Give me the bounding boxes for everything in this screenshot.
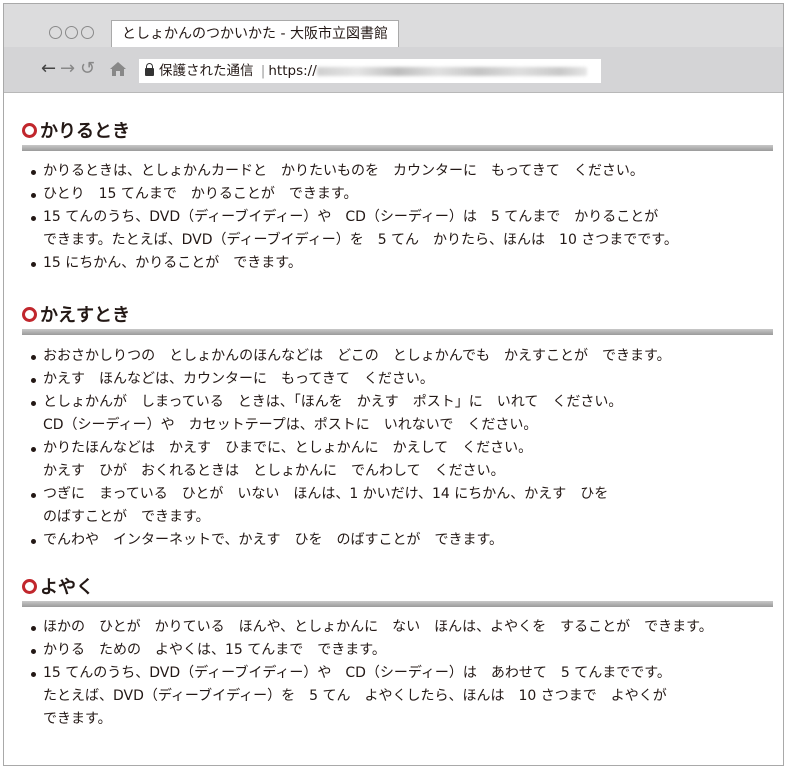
address-separator: | [260, 63, 266, 79]
forward-arrow-icon[interactable]: → [60, 59, 75, 79]
list-item: かりたほんなどは かえす ひまでに、としょかんに かえして ください。 かえす ひ… [29, 437, 671, 483]
list-item: でんわや インターネットで、かえす ひを のばすことが できます。 [29, 529, 671, 552]
circle-bullet-icon [22, 579, 37, 594]
section-title: かりるとき [40, 121, 130, 142]
item-line: 15 てんのうち、DVD（ディーブイディー）や CD（シーディー）は 5 てんま… [43, 209, 659, 225]
list-item: 15 てんのうち、DVD（ディーブイディー）や CD（シーディー）は 5 てんま… [29, 206, 678, 252]
list-item: つぎに まっている ひとが いない ほんは、1 かいだけ、14 にちかん、かえす… [29, 483, 671, 529]
item-line: できます。 [43, 711, 112, 727]
heading-rule [22, 601, 773, 607]
circle-bullet-icon [22, 123, 37, 138]
list-item: 15 てんのうち、DVD（ディーブイディー）や CD（シーディー）は あわせて … [29, 662, 713, 731]
back-arrow-icon[interactable]: ← [41, 59, 56, 79]
list-item: かりる ための よやくは、15 てんまで できます。 [29, 639, 713, 662]
list-item: としょかんが しまっている ときは、「ほんを かえす ポスト」に いれて くださ… [29, 391, 671, 437]
browser-tab[interactable]: としょかんのつかいかた - 大阪市立図書館 [111, 20, 399, 48]
circle-bullet-icon [22, 307, 37, 322]
heading-rule [22, 329, 773, 335]
item-line: ほかの ひとが かりている ほんや、としょかんに ない ほんは、よやくを するこ… [43, 619, 713, 635]
url-blurred [316, 66, 587, 76]
title-bar: としょかんのつかいかた - 大阪市立図書館 [4, 4, 783, 48]
list-item: ひとり 15 てんまで かりることが できます。 [29, 183, 678, 206]
list-item: かりるときは、としょかんカードと かりたいものを カウンターに もってきて くだ… [29, 160, 678, 183]
heading-rule [22, 145, 773, 151]
section-heading-returning: かえすとき [22, 305, 773, 335]
item-line: 15 てんのうち、DVD（ディーブイディー）や CD（シーディー）は あわせて … [43, 665, 671, 681]
item-line: としょかんが しまっている ときは、「ほんを かえす ポスト」に いれて くださ… [43, 394, 623, 410]
browser-window: としょかんのつかいかた - 大阪市立図書館 ← → ↺ 保護された通信 | htt… [3, 3, 784, 766]
security-label: 保護された通信 [159, 63, 254, 79]
item-line: 15 にちかん、かりることが できます。 [43, 255, 302, 271]
section-title: よやく [40, 577, 94, 598]
close-window-icon[interactable] [49, 26, 62, 39]
item-line: たとえば、DVD（ディーブイディー）を 5 てん よやくしたら、ほんは 10 さ… [43, 688, 667, 704]
item-line: のばすことが できます。 [43, 509, 210, 525]
reload-icon[interactable]: ↺ [80, 59, 95, 79]
item-line: できます。たとえば、DVD（ディーブイディー）を 5 てん かりたら、ほんは 1… [43, 232, 678, 248]
list-item: 15 にちかん、かりることが できます。 [29, 252, 678, 275]
minimize-window-icon[interactable] [65, 26, 78, 39]
reserving-list: ほかの ひとが かりている ほんや、としょかんに ない ほんは、よやくを するこ… [29, 616, 713, 731]
window-controls [49, 26, 94, 39]
item-line: かえす ひが おくれるときは としょかんに でんわして ください。 [43, 463, 505, 479]
list-item: かえす ほんなどは、カウンターに もってきて ください。 [29, 368, 671, 391]
item-line: かりたほんなどは かえす ひまでに、としょかんに かえして ください。 [43, 440, 533, 456]
maximize-window-icon[interactable] [81, 26, 94, 39]
list-item: おおさかしりつの としょかんのほんなどは どこの としょかんでも かえすことが … [29, 345, 671, 368]
section-heading-reserving: よやく [22, 577, 773, 607]
item-line: ひとり 15 てんまで かりることが できます。 [43, 186, 358, 202]
browser-toolbar: ← → ↺ 保護された通信 | https:// [4, 47, 783, 93]
url-scheme: https:// [268, 63, 317, 79]
item-line: おおさかしりつの としょかんのほんなどは どこの としょかんでも かえすことが … [43, 348, 671, 364]
item-line: つぎに まっている ひとが いない ほんは、1 かいだけ、14 にちかん、かえす… [43, 486, 609, 502]
section-title: かえすとき [40, 305, 130, 326]
item-line: かりる ための よやくは、15 てんまで できます。 [43, 642, 386, 658]
borrowing-list: かりるときは、としょかんカードと かりたいものを カウンターに もってきて くだ… [29, 160, 678, 275]
returning-list: おおさかしりつの としょかんのほんなどは どこの としょかんでも かえすことが … [29, 345, 671, 552]
list-item: ほかの ひとが かりている ほんや、としょかんに ない ほんは、よやくを するこ… [29, 616, 713, 639]
item-line: かえす ほんなどは、カウンターに もってきて ください。 [43, 371, 434, 387]
item-line: CD（シーディー）や カセットテープは、ポストに いれないで ください。 [43, 417, 538, 433]
address-bar[interactable]: 保護された通信 | https:// [139, 59, 601, 83]
home-icon[interactable] [109, 61, 127, 77]
section-heading-borrowing: かりるとき [22, 121, 773, 151]
item-line: でんわや インターネットで、かえす ひを のばすことが できます。 [43, 532, 504, 548]
item-line: かりるときは、としょかんカードと かりたいものを カウンターに もってきて くだ… [43, 163, 644, 179]
lock-icon [145, 63, 154, 76]
